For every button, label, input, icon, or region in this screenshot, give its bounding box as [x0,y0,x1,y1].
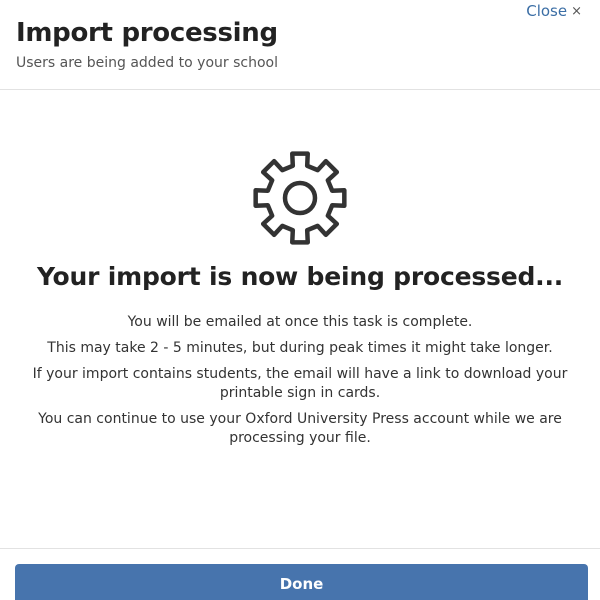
status-message: If your import contains students, the em… [32,366,568,401]
close-icon: × [571,3,582,19]
status-message: This may take 2 - 5 minutes, but during … [47,340,553,356]
status-heading: Your import is now being processed... [36,262,564,291]
status-message: You can continue to use your Oxford Univ… [38,411,562,446]
dialog-title: Import processing [16,18,278,48]
header-divider [0,89,600,90]
footer-divider [0,548,600,549]
done-button-label: Done [279,575,324,593]
gear-icon [253,151,347,245]
status-messages: You will be emailed at once this task is… [24,313,576,455]
gear-outline [253,151,347,245]
status-icon-container [0,148,600,248]
done-button[interactable]: Done [15,564,588,600]
dialog-subtitle: Users are being added to your school [16,55,278,71]
status-message: You will be emailed at once this task is… [127,314,473,330]
dialog-header: Import processing Users are being added … [16,18,584,71]
